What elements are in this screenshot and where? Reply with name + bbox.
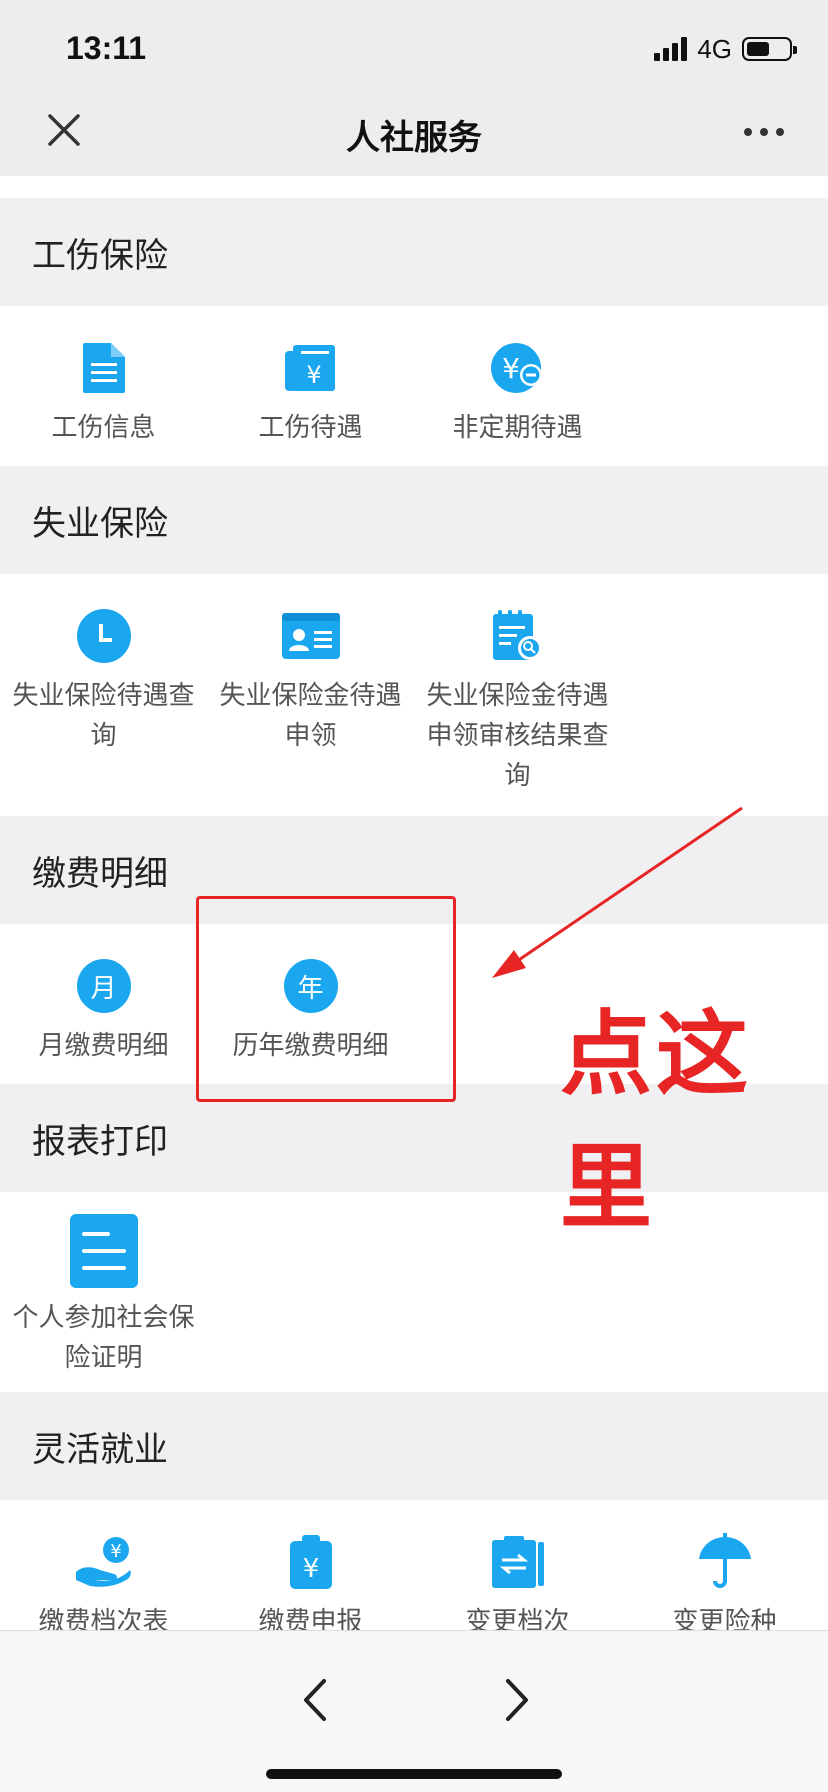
more-icon[interactable] xyxy=(744,128,784,136)
svg-text:¥: ¥ xyxy=(306,361,321,389)
umbrella-icon xyxy=(695,1532,755,1592)
swap-clipboard-icon xyxy=(488,1532,548,1592)
unemployment-review-item[interactable]: 失业保险金待遇申领审核结果查询 xyxy=(414,574,621,796)
notepad-search-icon xyxy=(488,606,548,666)
item-label: 缴费档次表 xyxy=(38,1607,169,1630)
item-label: 失业保险待遇查询 xyxy=(12,681,195,751)
item-label: 月缴费明细 xyxy=(38,1031,169,1061)
section-flexible: ¥ 缴费档次表 ¥ 缴费申报 变更档次 变更险种 xyxy=(0,1500,828,1630)
signal-icon xyxy=(654,37,688,61)
annotation-arrow xyxy=(492,806,743,978)
yen-minus-icon: ¥ xyxy=(488,338,548,398)
battery-icon xyxy=(742,37,797,61)
document-icon xyxy=(74,338,134,398)
hand-coin-icon: ¥ xyxy=(74,1532,134,1592)
home-indicator xyxy=(266,1769,562,1779)
change-grade-item[interactable]: 变更档次 xyxy=(414,1500,621,1630)
monthly-payment-item[interactable]: 月 月缴费明细 xyxy=(0,924,207,1066)
top-bar: 13:11 4G 人社服务 xyxy=(0,0,828,176)
bottom-toolbar xyxy=(0,1630,828,1792)
svg-text:¥: ¥ xyxy=(502,352,520,385)
back-arrow-icon[interactable] xyxy=(296,1675,336,1725)
section-flexible-title: 灵活就业 xyxy=(0,1392,828,1500)
status-time: 13:11 xyxy=(66,30,147,66)
payment-declaration-item[interactable]: ¥ 缴费申报 xyxy=(207,1500,414,1630)
clipboard-yen-icon: ¥ xyxy=(281,1532,341,1592)
section-unemployment-title: 失业保险 xyxy=(0,466,828,574)
section-injury: 工伤信息 ¥ 工伤待遇 ¥ 非定期待遇 xyxy=(0,306,828,466)
annotation-text: 点这里 xyxy=(560,1001,753,1241)
section-unemployment: 失业保险待遇查询 失业保险金待遇申领 失业保险金待遇申领审核结果查询 xyxy=(0,574,828,816)
item-label: 非定期待遇 xyxy=(452,413,583,443)
injury-benefit-item[interactable]: ¥ 工伤待遇 xyxy=(207,306,414,448)
list-icon xyxy=(69,1214,138,1288)
forward-arrow-icon[interactable] xyxy=(496,1675,536,1725)
item-label: 变更险种 xyxy=(672,1607,777,1630)
id-card-icon xyxy=(281,606,341,666)
unemployment-apply-item[interactable]: 失业保险金待遇申领 xyxy=(207,574,414,796)
payment-grade-item[interactable]: ¥ 缴费档次表 xyxy=(0,1500,207,1630)
svg-text:¥: ¥ xyxy=(110,1541,121,1562)
clock-icon xyxy=(74,606,134,666)
irregular-benefit-item[interactable]: ¥ 非定期待遇 xyxy=(414,306,621,448)
item-label: 个人参加社会保险证明 xyxy=(12,1303,195,1373)
receipt-yen-icon: ¥ xyxy=(281,338,341,398)
item-label: 变更档次 xyxy=(465,1607,570,1630)
insurance-certificate-item[interactable]: 个人参加社会保险证明 xyxy=(0,1192,207,1378)
status-icons: 4G xyxy=(654,33,797,64)
svg-text:¥: ¥ xyxy=(302,1554,319,1584)
highlight-box xyxy=(196,896,456,1102)
item-label: 工伤信息 xyxy=(51,413,156,443)
item-label: 缴费申报 xyxy=(258,1607,363,1630)
top-spacer xyxy=(0,176,828,198)
item-label: 工伤待遇 xyxy=(258,413,363,443)
unemployment-query-item[interactable]: 失业保险待遇查询 xyxy=(0,574,207,796)
network-label: 4G xyxy=(697,33,732,64)
month-icon: 月 xyxy=(74,956,134,1016)
injury-info-item[interactable]: 工伤信息 xyxy=(0,306,207,448)
section-injury-title: 工伤保险 xyxy=(0,198,828,306)
change-insurance-item[interactable]: 变更险种 xyxy=(621,1500,828,1630)
item-label: 失业保险金待遇申领 xyxy=(219,681,402,751)
page-title: 人社服务 xyxy=(346,118,482,158)
item-label: 失业保险金待遇申领审核结果查询 xyxy=(426,681,609,791)
